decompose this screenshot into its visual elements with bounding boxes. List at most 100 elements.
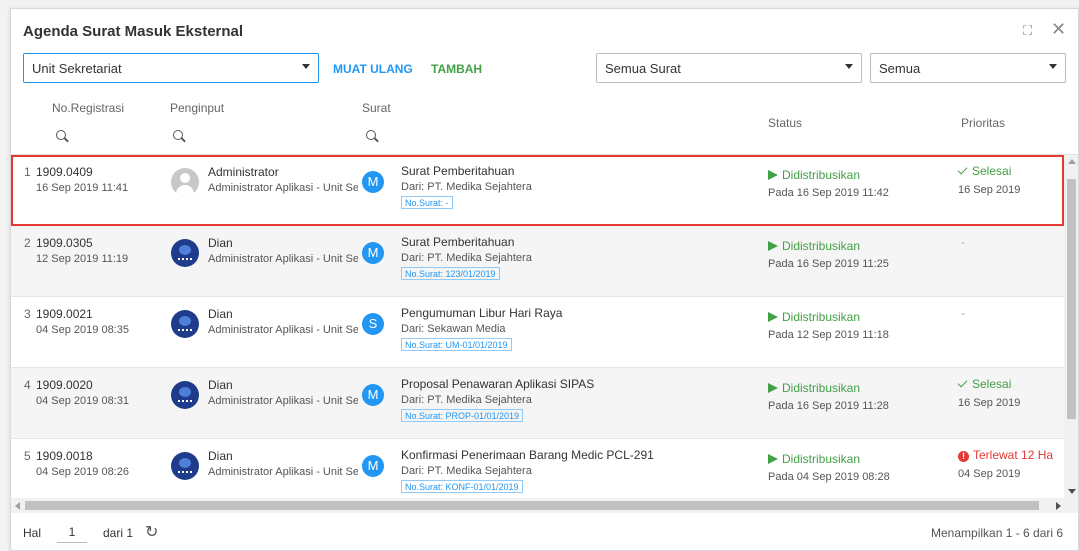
column-registration[interactable]: No.Registrasi	[52, 101, 124, 115]
table-row[interactable]: 5 1909.0018 04 Sep 2019 08:26 Dian Administr…	[11, 439, 1064, 498]
user-placeholder-icon	[171, 168, 199, 196]
letter-type-badge: S	[362, 313, 384, 335]
row-index: 3	[24, 307, 31, 321]
registration-date: 04 Sep 2019 08:26	[36, 466, 129, 478]
registration-number[interactable]: 1909.0409	[36, 165, 93, 179]
letter-number-tag: No.Surat: PROP-01/01/2019	[401, 409, 524, 422]
distribution-status: Didistribusikan	[768, 239, 860, 253]
chevron-down-icon	[1049, 64, 1057, 69]
letter-filter-select[interactable]: Semua Surat	[596, 53, 862, 83]
org-logo-icon	[171, 239, 199, 267]
window-title: Agenda Surat Masuk Eksternal	[23, 23, 244, 40]
priority-empty: -	[961, 235, 965, 249]
column-status[interactable]: Status	[768, 116, 802, 130]
letter-title[interactable]: Konfirmasi Penerimaan Barang Medic PCL-2…	[401, 448, 654, 462]
unit-select[interactable]: Unit Sekretariat	[23, 53, 319, 83]
inputter-name: Dian	[208, 307, 233, 321]
title-bar: Agenda Surat Masuk Eksternal ⛶ ✕	[11, 9, 1078, 51]
status-date: Pada 16 Sep 2019 11:28	[768, 400, 889, 412]
row-index: 2	[24, 236, 31, 250]
registration-number[interactable]: 1909.0021	[36, 307, 93, 321]
refresh-icon[interactable]: ↻	[145, 522, 158, 542]
priority-date: 16 Sep 2019	[958, 184, 1021, 196]
page-total: dari 1	[103, 526, 134, 540]
scroll-up-icon[interactable]	[1068, 159, 1076, 164]
inputter-role: Administrator Aplikasi - Unit Se	[208, 324, 358, 336]
column-priority[interactable]: Prioritas	[961, 116, 1005, 130]
inputter-name: Dian	[208, 236, 233, 250]
table-row[interactable]: 4 1909.0020 04 Sep 2019 08:31 Dian Administr…	[11, 368, 1064, 439]
search-icon[interactable]	[366, 130, 376, 140]
column-letter[interactable]: Surat	[362, 101, 391, 115]
table-row[interactable]: 1 1909.0409 16 Sep 2019 11:41 Administrator…	[11, 155, 1064, 226]
table-row[interactable]: 3 1909.0021 04 Sep 2019 08:35 Dian Administr…	[11, 297, 1064, 368]
horizontal-scrollbar[interactable]	[11, 498, 1078, 513]
priority-date: 04 Sep 2019	[958, 468, 1021, 480]
send-icon	[768, 383, 778, 393]
letter-sender: Dari: PT. Medika Sejahtera	[401, 465, 532, 477]
page-input[interactable]: 1	[57, 521, 87, 543]
chevron-down-icon	[302, 64, 310, 69]
add-button[interactable]: TAMBAH	[431, 62, 482, 76]
letter-sender: Dari: PT. Medika Sejahtera	[401, 252, 532, 264]
letter-sender: Dari: PT. Medika Sejahtera	[401, 181, 532, 193]
letter-type-badge: M	[362, 171, 384, 193]
registration-date: 04 Sep 2019 08:31	[36, 395, 129, 407]
status-filter-select[interactable]: Semua	[870, 53, 1066, 83]
distribution-status: Didistribusikan	[768, 168, 860, 182]
registration-date: 04 Sep 2019 08:35	[36, 324, 129, 336]
registration-number[interactable]: 1909.0018	[36, 449, 93, 463]
letter-sender: Dari: PT. Medika Sejahtera	[401, 394, 532, 406]
status-date: Pada 16 Sep 2019 11:42	[768, 187, 889, 199]
priority-label: Terlewat 12 Ha	[973, 448, 1054, 462]
agenda-window: Agenda Surat Masuk Eksternal ⛶ ✕ Unit Se…	[10, 8, 1079, 551]
registration-number[interactable]: 1909.0020	[36, 378, 93, 392]
inputter-name: Dian	[208, 449, 233, 463]
scroll-thumb[interactable]	[25, 501, 1039, 510]
paging-summary: Menampilkan 1 - 6 dari 6	[931, 526, 1064, 540]
letter-type-badge: M	[362, 242, 384, 264]
letter-title[interactable]: Surat Pemberitahuan	[401, 164, 514, 178]
close-icon[interactable]: ✕	[1051, 19, 1066, 40]
priority-status: Selesai	[957, 377, 1012, 391]
registration-number[interactable]: 1909.0305	[36, 236, 93, 250]
registration-date: 12 Sep 2019 11:19	[36, 253, 129, 265]
vertical-scrollbar[interactable]	[1064, 155, 1078, 498]
letter-title[interactable]: Proposal Penawaran Aplikasi SIPAS	[401, 377, 594, 391]
scroll-left-icon[interactable]	[15, 502, 20, 510]
priority-label: Selesai	[972, 377, 1012, 391]
send-icon	[768, 241, 778, 251]
search-icon[interactable]	[56, 130, 66, 140]
inputter-name: Dian	[208, 378, 233, 392]
table-body: 1 1909.0409 16 Sep 2019 11:41 Administrator…	[11, 155, 1064, 498]
reload-button[interactable]: MUAT ULANG	[333, 62, 413, 76]
pagination-bar: Hal 1 dari 1 ↻ Menampilkan 1 - 6 dari 6	[11, 513, 1078, 550]
page-label: Hal	[23, 526, 42, 540]
priority-empty: -	[961, 306, 965, 320]
table-row[interactable]: 2 1909.0305 12 Sep 2019 11:19 Dian Administr…	[11, 226, 1064, 297]
priority-label: Selesai	[972, 164, 1012, 178]
unit-select-value: Unit Sekretariat	[32, 61, 122, 76]
check-icon	[957, 377, 968, 388]
scroll-down-icon[interactable]	[1068, 489, 1076, 494]
scroll-right-icon[interactable]	[1056, 502, 1061, 510]
send-icon	[768, 454, 778, 464]
letter-title[interactable]: Surat Pemberitahuan	[401, 235, 514, 249]
scroll-thumb[interactable]	[1067, 179, 1076, 419]
letter-sender: Dari: Sekawan Media	[401, 323, 506, 335]
send-icon	[768, 170, 778, 180]
expand-icon[interactable]: ⛶	[1023, 23, 1032, 39]
org-logo-icon	[171, 381, 199, 409]
column-inputter[interactable]: Penginput	[170, 101, 224, 115]
org-logo-icon	[171, 310, 199, 338]
search-icon[interactable]	[173, 130, 183, 140]
letter-type-badge: M	[362, 384, 384, 406]
status-label: Didistribusikan	[782, 239, 861, 253]
table-header: No.Registrasi Penginput Surat Status Pri…	[11, 91, 1078, 155]
alert-icon: !	[958, 451, 969, 462]
org-logo-icon	[171, 452, 199, 480]
inputter-role: Administrator Aplikasi - Unit Se	[208, 182, 358, 194]
inputter-role: Administrator Aplikasi - Unit Se	[208, 253, 358, 265]
letter-title[interactable]: Pengumuman Libur Hari Raya	[401, 306, 562, 320]
distribution-status: Didistribusikan	[768, 310, 860, 324]
